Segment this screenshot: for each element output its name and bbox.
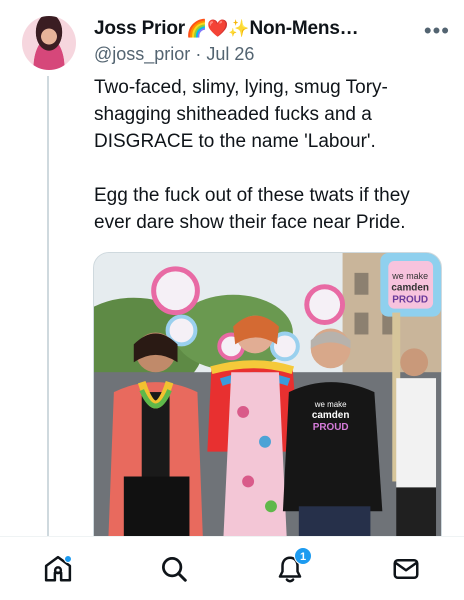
sign-text-proud: PROUD: [392, 295, 428, 306]
tshirt-text-camden: camden: [312, 410, 350, 421]
search-icon: [162, 556, 187, 582]
home-unread-dot: [64, 554, 72, 563]
nav-notifications[interactable]: 1: [270, 546, 312, 589]
tshirt-text: we make: [314, 400, 347, 409]
more-options-icon[interactable]: •••: [424, 18, 450, 44]
nav-home[interactable]: [38, 549, 78, 589]
tweet-meta: @joss_prior · Jul 26: [94, 44, 454, 68]
nav-search[interactable]: [154, 549, 194, 589]
avatar[interactable]: [22, 16, 76, 70]
handle[interactable]: @joss_prior: [94, 44, 190, 64]
tweet-date[interactable]: Jul 26: [206, 44, 254, 64]
tweet-paragraph: Egg the fuck out of these twats if they …: [94, 185, 410, 233]
tweet-text: Two-faced, slimy, lying, smug Tory-shagg…: [94, 74, 434, 236]
nav-messages[interactable]: [386, 549, 426, 589]
sign-text-camden: camden: [391, 283, 429, 294]
sign-text: we make: [391, 271, 428, 281]
tweet[interactable]: Joss Prior 🌈❤️✨ Non-Mens… ••• @joss_prio…: [94, 16, 454, 236]
display-name[interactable]: Joss Prior: [94, 18, 185, 40]
tshirt-text-proud: PROUD: [313, 422, 349, 433]
bottom-navigation: 1: [0, 536, 464, 600]
messages-icon: [393, 558, 419, 579]
thread-line: [47, 76, 49, 536]
tweet-paragraph: Two-faced, slimy, lying, smug Tory-shagg…: [94, 77, 388, 152]
tweet-header: Joss Prior 🌈❤️✨ Non-Mens…: [94, 16, 454, 42]
tweet-media-photo[interactable]: we make camden PROUD we make camden PROU…: [93, 252, 442, 552]
photo-illustration: we make camden PROUD we make camden PROU…: [94, 253, 441, 551]
meta-separator: ·: [195, 44, 202, 64]
notifications-badge: 1: [294, 546, 312, 565]
display-name-suffix[interactable]: Non-Mens…: [249, 18, 358, 40]
name-emoji: 🌈❤️✨: [185, 19, 250, 38]
